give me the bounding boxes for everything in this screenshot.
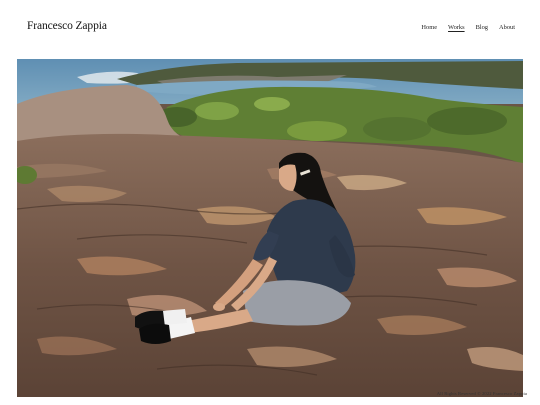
featured-photo: [17, 59, 523, 397]
site-title-link[interactable]: Francesco Zappia: [27, 20, 107, 32]
photo-illustration: [17, 59, 523, 397]
nav-home-link[interactable]: Home: [421, 24, 437, 31]
footer-credit: All Rights Reserved © 2022 Francesco Zap…: [436, 391, 527, 396]
nav-works-link[interactable]: Works: [448, 24, 465, 31]
main-nav: Home Works Blog About: [421, 24, 515, 31]
page: Francesco Zappia Home Works Blog About A…: [0, 0, 540, 405]
nav-about-link[interactable]: About: [499, 24, 515, 31]
nav-blog-link[interactable]: Blog: [476, 24, 488, 31]
